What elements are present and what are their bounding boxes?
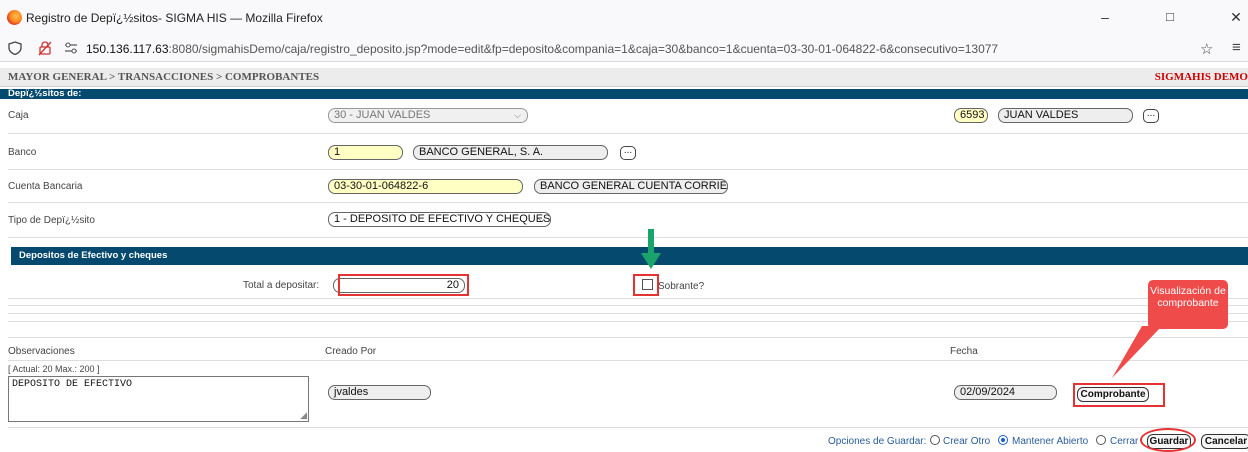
chevron-down-icon: ⌵ (514, 110, 521, 120)
shield-icon[interactable] (8, 41, 22, 55)
cuenta-number-field[interactable]: 03-30-01-064822-6 (328, 179, 523, 194)
divider (8, 427, 1248, 428)
down-arrow-icon (641, 229, 661, 269)
bookmark-star-icon[interactable]: ☆ (1200, 40, 1213, 58)
comprobante-highlight-box (1073, 383, 1165, 407)
caja-label: Caja (8, 110, 29, 121)
banco-lookup-button[interactable]: ... (620, 146, 636, 160)
banco-name-field: BANCO GENERAL, S. A. (413, 145, 608, 160)
brand-label: SIGMAHIS DEMO (1154, 71, 1248, 83)
maximize-icon[interactable]: □ (1160, 9, 1180, 24)
firefox-icon (7, 10, 22, 25)
divider (8, 313, 1248, 314)
divider (8, 337, 1248, 338)
crear-otro-label: Crear Otro (943, 436, 991, 447)
fecha-field: 02/09/2024 (954, 385, 1057, 400)
divider (8, 237, 1248, 238)
creado-por-field: jvaldes (328, 385, 431, 400)
callout-bubble: Visualización de comprobante (1148, 280, 1228, 329)
tipo-label: Tipo de Depï¿½sito (8, 215, 95, 226)
caja-select: 30 - JUAN VALDES ⌵ (328, 108, 528, 123)
banco-code-field[interactable]: 1 (328, 145, 403, 160)
fecha-label: Fecha (950, 346, 978, 357)
section-header-depositos: Depï¿½sitos de: (0, 89, 1248, 99)
url-path: :8080/sigmahisDemo/caja/registro_deposit… (168, 42, 999, 56)
close-icon[interactable]: ✕ (1226, 9, 1246, 26)
creado-por-label: Creado Por (325, 346, 377, 357)
radio-mantener-abierto[interactable] (998, 435, 1008, 445)
observaciones-textarea[interactable]: DEPOSITO DE EFECTIVO ◢ (8, 376, 309, 422)
guardar-highlight-ellipse (1140, 428, 1196, 452)
breadcrumb: MAYOR GENERAL > TRANSACCIONES > COMPROBA… (8, 71, 320, 83)
banco-label: Banco (8, 147, 37, 158)
callout-pointer (1112, 326, 1162, 378)
caja-select-value: 30 - JUAN VALDES (334, 109, 431, 121)
cuenta-label: Cuenta Bancaria (8, 181, 83, 192)
caja-code-field[interactable]: 6593 (954, 108, 988, 123)
insecure-lock-icon[interactable] (38, 40, 52, 56)
divider (8, 305, 1248, 306)
caja-name-field: JUAN VALDES (998, 108, 1133, 123)
chevron-down-icon: ⌵ (538, 214, 545, 224)
observaciones-text: DEPOSITO DE EFECTIVO (12, 379, 133, 390)
cerrar-label: Cerrar (1110, 436, 1139, 447)
observaciones-label: Observaciones (8, 346, 75, 357)
address-bar[interactable]: 150.136.117.63:8080/sigmahisDemo/caja/re… (0, 36, 1248, 62)
sobrante-label: Sobrante? (658, 281, 705, 292)
cuenta-name-field: BANCO GENERAL CUENTA CORRIENTE (534, 179, 728, 194)
divider (8, 133, 1248, 134)
permissions-icon[interactable] (64, 42, 78, 54)
divider (8, 298, 1248, 299)
url-host: 150.136.117.63 (86, 42, 169, 56)
app-header: MAYOR GENERAL > TRANSACCIONES > COMPROBA… (0, 68, 1248, 87)
divider (8, 202, 1248, 203)
observaciones-counter: [ Actual: 20 Max.: 200 ] (8, 364, 100, 374)
tipo-select-value: 1 - DEPOSITO DE EFECTIVO Y CHEQUES (334, 213, 551, 225)
total-highlight-box (338, 274, 469, 296)
divider (8, 321, 1248, 322)
resize-grip-icon[interactable]: ◢ (300, 411, 307, 421)
divider (8, 360, 1248, 361)
sobrante-highlight-box (633, 274, 659, 296)
caja-lookup-button[interactable]: ... (1143, 109, 1159, 123)
url-text[interactable]: 150.136.117.63:8080/sigmahisDemo/caja/re… (86, 42, 998, 56)
divider (8, 169, 1248, 170)
radio-cerrar[interactable] (1096, 435, 1106, 445)
section-header-efectivo: Depositos de Efectivo y cheques (11, 247, 1248, 265)
cancelar-button[interactable]: Cancelar (1201, 434, 1248, 449)
save-options-label: Opciones de Guardar: (828, 436, 927, 447)
callout-text: Visualización de comprobante (1150, 285, 1226, 309)
menu-icon[interactable]: ≡ (1232, 39, 1241, 56)
minimize-icon[interactable]: – (1095, 9, 1115, 25)
tipo-select[interactable]: 1 - DEPOSITO DE EFECTIVO Y CHEQUES ⌵ (328, 212, 551, 227)
total-label: Total a depositar: (243, 280, 320, 291)
radio-crear-otro[interactable] (930, 435, 940, 445)
window-titlebar: Registro de Depï¿½sitos- SIGMA HIS — Moz… (0, 0, 1248, 36)
mantener-abierto-label: Mantener Abierto (1012, 436, 1089, 447)
window-title: Registro de Depï¿½sitos- SIGMA HIS — Moz… (26, 11, 323, 25)
